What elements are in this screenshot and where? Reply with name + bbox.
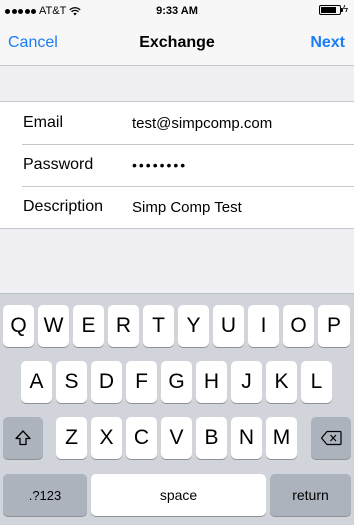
nav-bar: Cancel Exchange Next [0, 22, 354, 66]
key-u[interactable]: U [213, 305, 244, 347]
numbers-key[interactable]: .?123 [3, 474, 87, 516]
shift-arrow-icon [15, 430, 31, 446]
next-button[interactable]: Next [310, 34, 345, 52]
key-p[interactable]: P [318, 305, 350, 347]
form-row-description[interactable]: Description Simp Comp Test [0, 186, 354, 228]
page-title: Exchange [139, 34, 215, 51]
battery-fill [320, 7, 336, 13]
key-x[interactable]: X [91, 417, 122, 459]
key-s[interactable]: S [56, 361, 87, 403]
key-f[interactable]: F [126, 361, 157, 403]
key-y[interactable]: Y [178, 305, 209, 347]
delete-key[interactable] [311, 417, 351, 459]
password-label: Password [23, 156, 94, 173]
key-w[interactable]: W [38, 305, 69, 347]
key-z[interactable]: Z [56, 417, 87, 459]
description-field[interactable]: Simp Comp Test [132, 199, 242, 216]
key-j[interactable]: J [231, 361, 262, 403]
key-k[interactable]: K [266, 361, 297, 403]
key-h[interactable]: H [196, 361, 227, 403]
key-d[interactable]: D [91, 361, 122, 403]
description-label: Description [23, 198, 104, 215]
key-o[interactable]: O [283, 305, 314, 347]
key-l[interactable]: L [301, 361, 332, 403]
key-a[interactable]: A [21, 361, 52, 403]
return-key[interactable]: return [270, 474, 351, 516]
key-b[interactable]: B [196, 417, 227, 459]
battery-icon [318, 5, 343, 15]
password-field[interactable]: •••••••• [132, 157, 187, 173]
form-row-password[interactable]: Password •••••••• [0, 144, 354, 186]
form-row-email[interactable]: Email test@simpcomp.com [0, 102, 354, 144]
charging-bolt-icon: ϟ [342, 4, 348, 15]
key-m[interactable]: M [266, 417, 297, 459]
key-e[interactable]: E [73, 305, 104, 347]
key-i[interactable]: I [248, 305, 279, 347]
email-label: Email [23, 114, 64, 131]
key-t[interactable]: T [143, 305, 174, 347]
space-key[interactable]: space [91, 474, 266, 516]
delete-backspace-icon [320, 430, 342, 446]
email-field[interactable]: test@simpcomp.com [132, 115, 272, 132]
status-time: 9:33 AM [156, 5, 198, 17]
status-bar: AT&T 9:33 AM ϟ [0, 0, 354, 22]
shift-key[interactable] [3, 417, 43, 459]
key-g[interactable]: G [161, 361, 192, 403]
key-n[interactable]: N [231, 417, 262, 459]
key-r[interactable]: R [108, 305, 139, 347]
account-form: Email test@simpcomp.com Password •••••••… [0, 101, 354, 229]
key-c[interactable]: C [126, 417, 157, 459]
key-v[interactable]: V [161, 417, 192, 459]
status-right: ϟ [318, 4, 348, 15]
keyboard: Q W E R T Y U I O P A S D F G H J K L Z … [0, 293, 354, 525]
key-q[interactable]: Q [3, 305, 34, 347]
